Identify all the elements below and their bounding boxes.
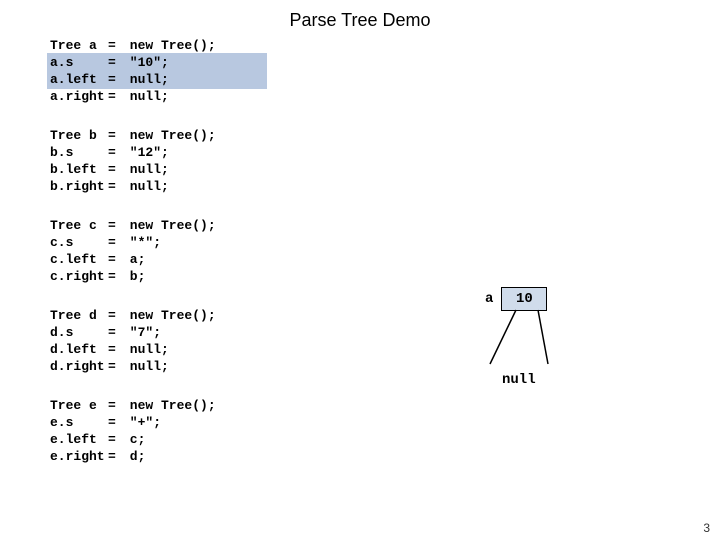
- code-line: Tree a= new Tree();: [50, 37, 310, 54]
- code-line: e.right= d;: [50, 448, 310, 465]
- code-line: a.left= null;: [50, 71, 310, 88]
- code-line: d.left= null;: [50, 341, 310, 358]
- code-block: Tree a= new Tree();a.s= "10";a.left= nul…: [50, 37, 310, 105]
- code-line: e.left= c;: [50, 431, 310, 448]
- tree-edges: [460, 282, 660, 412]
- code-line: a.s= "10";: [50, 54, 310, 71]
- code-line: a.right= null;: [50, 88, 310, 105]
- code-line: d.s= "7";: [50, 324, 310, 341]
- code-line: Tree c= new Tree();: [50, 217, 310, 234]
- slide-title: Parse Tree Demo: [0, 0, 720, 37]
- code-block: Tree e= new Tree();e.s= "+";e.left= c;e.…: [50, 397, 310, 465]
- null-label: null: [502, 372, 536, 388]
- code-block: Tree d= new Tree();d.s= "7";d.left= null…: [50, 307, 310, 375]
- code-line: c.left= a;: [50, 251, 310, 268]
- code-column: Tree a= new Tree();a.s= "10";a.left= nul…: [50, 37, 310, 487]
- code-line: b.right= null;: [50, 178, 310, 195]
- code-line: e.s= "+";: [50, 414, 310, 431]
- code-line: b.left= null;: [50, 161, 310, 178]
- tree-diagram: a 10 null: [460, 282, 690, 442]
- content-area: Tree a= new Tree();a.s= "10";a.left= nul…: [0, 37, 720, 487]
- code-line: d.right= null;: [50, 358, 310, 375]
- code-line: c.right= b;: [50, 268, 310, 285]
- code-line: Tree e= new Tree();: [50, 397, 310, 414]
- code-block: Tree c= new Tree();c.s= "*";c.left= a;c.…: [50, 217, 310, 285]
- code-block: Tree b= new Tree();b.s= "12";b.left= nul…: [50, 127, 310, 195]
- page-number: 3: [703, 521, 710, 535]
- code-line: c.s= "*";: [50, 234, 310, 251]
- code-line: Tree d= new Tree();: [50, 307, 310, 324]
- code-line: b.s= "12";: [50, 144, 310, 161]
- code-line: Tree b= new Tree();: [50, 127, 310, 144]
